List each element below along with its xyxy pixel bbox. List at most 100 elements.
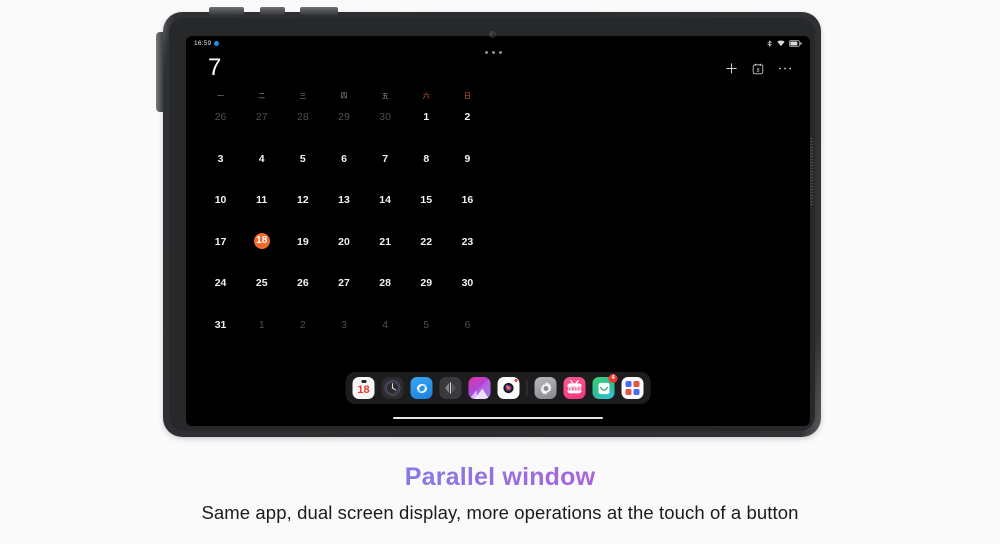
calendar-day-cell[interactable]: 9 [447, 149, 488, 191]
calendar-header: 7 8 [186, 51, 810, 91]
page-root: 16:59 7 8 一 二 三 四 五 六 日 26 27 28 29 30 1… [0, 0, 1000, 544]
calendar-day-cell[interactable]: 24 [200, 273, 241, 315]
calendar-app-icon[interactable]: 18 [352, 377, 375, 399]
mail-badge: 4 [608, 374, 618, 383]
front-camera-icon [489, 32, 495, 37]
battery-icon [789, 40, 802, 47]
calendar-day-cell[interactable]: 14 [365, 190, 406, 232]
weekday-label-3: 四 [340, 92, 348, 100]
calendar-day-cell[interactable]: 30 [365, 107, 406, 149]
calendar-day-cell[interactable]: 28 [365, 273, 406, 315]
more-options-button[interactable] [778, 66, 792, 71]
calendar-day-cell[interactable]: 31 [200, 315, 241, 357]
calendar-day-cell[interactable]: 28 [282, 107, 323, 149]
camera-app-icon[interactable] [497, 377, 520, 399]
calendar-day-cell[interactable]: 7 [365, 149, 406, 191]
calendar-day-cell[interactable]: 17 [200, 232, 241, 274]
add-event-button[interactable] [725, 62, 738, 75]
status-bar-right [766, 40, 802, 47]
calendar-day-cell[interactable]: 2 [447, 107, 488, 149]
calendar-day-cell[interactable]: 4 [241, 149, 282, 191]
calendar-day-cell[interactable]: 22 [406, 232, 447, 274]
wifi-icon [777, 40, 785, 47]
calendar-day-cell[interactable]: 3 [200, 149, 241, 191]
hardware-button-2[interactable] [260, 7, 285, 15]
mail-envelope-icon [598, 382, 609, 394]
calendar-day-cell[interactable]: 29 [323, 107, 364, 149]
caption-subtitle: Same app, dual screen display, more oper… [201, 502, 799, 523]
dock-separator [526, 380, 528, 396]
recording-dot-icon [214, 41, 220, 46]
calendar-day-cell[interactable]: 19 [282, 232, 323, 274]
status-time: 16:59 [194, 40, 212, 47]
tablet-screen: 16:59 7 8 一 二 三 四 五 六 日 26 27 28 29 30 1… [186, 36, 810, 426]
calendar-weekday-header: 一二三四五六日 [200, 91, 488, 101]
hardware-button-3[interactable] [300, 7, 338, 15]
tablet-bezel: 16:59 7 8 一 二 三 四 五 六 日 26 27 28 29 30 1… [169, 18, 815, 431]
calendar-day-cell[interactable]: 1 [241, 315, 282, 357]
browser-glyph-icon [416, 383, 427, 393]
caption-title: Parallel window [0, 462, 1000, 492]
calendar-app-pane: 7 8 一 二 三 四 五 六 日 26 27 28 29 30 1 2 3 4… [186, 51, 810, 391]
calendar-day-cell[interactable]: 27 [241, 107, 282, 149]
settings-app-icon[interactable] [534, 377, 557, 399]
calendar-day-cell[interactable]: 5 [282, 149, 323, 191]
calendar-day-cell[interactable]: 23 [447, 232, 488, 274]
plus-icon [726, 63, 737, 74]
calendar-day-cell[interactable]: 3 [323, 315, 364, 357]
calendar-day-cell[interactable]: 20 [323, 232, 364, 274]
weekday-label-1: 二 [258, 92, 266, 100]
split-screen-glyph-icon [445, 382, 456, 394]
bluetooth-icon [767, 40, 772, 47]
tablet-device: 16:59 7 8 一 二 三 四 五 六 日 26 27 28 29 30 1… [156, 7, 821, 437]
calendar-day-cell[interactable]: 25 [241, 273, 282, 315]
calendar-day-cell[interactable]: 26 [282, 273, 323, 315]
calendar-day-cell[interactable]: 10 [200, 190, 241, 232]
home-indicator[interactable] [393, 416, 603, 419]
calendar-day-cell[interactable]: 16 [447, 190, 488, 232]
calendar-day-cell[interactable]: 29 [406, 273, 447, 315]
clock-app-icon[interactable] [381, 377, 404, 399]
calendar-day-cell[interactable]: 18 [241, 232, 282, 274]
gallery-mountain-icon [468, 377, 491, 399]
app-drawer-icon[interactable] [621, 377, 644, 399]
bilibili-app-icon[interactable]: bilibili [563, 377, 586, 399]
browser-app-icon[interactable] [410, 377, 433, 399]
calendar-day-cell[interactable]: 15 [406, 190, 447, 232]
calendar-day-cell[interactable]: 5 [406, 315, 447, 357]
gallery-app-icon[interactable] [468, 377, 491, 399]
calendar-day-cell[interactable]: 30 [447, 273, 488, 315]
today-button[interactable]: 8 [752, 63, 764, 75]
today-highlight: 18 [253, 232, 270, 249]
calendar-day-cell[interactable]: 13 [323, 190, 364, 232]
calendar-day-cell[interactable]: 21 [365, 232, 406, 274]
calendar-day-cell[interactable]: 6 [323, 149, 364, 191]
tablet-frame: 16:59 7 8 一 二 三 四 五 六 日 26 27 28 29 30 1… [163, 12, 821, 437]
calendar-day-cell[interactable]: 4 [365, 315, 406, 357]
bilibili-glyph-icon: bilibili [567, 380, 583, 394]
calendar-day-cell[interactable]: 11 [241, 190, 282, 232]
weekday-label-4: 五 [381, 92, 389, 100]
calendar-day-cell[interactable]: 1 [406, 107, 447, 149]
mail-app-icon[interactable]: 4 [592, 374, 618, 399]
calendar-day-grid: 26 27 28 29 30 1 2 3 4 5 6 7 8 9 10 11 12 13 14 15 16 17 18 19 2… [200, 107, 488, 356]
calendar-day-cell[interactable]: 26 [200, 107, 241, 149]
hardware-button-1[interactable] [209, 7, 244, 15]
status-bar: 16:59 [186, 36, 810, 51]
calendar-day-cell[interactable]: 12 [282, 190, 323, 232]
weekday-label-6: 日 [463, 92, 471, 100]
calendar-day-cell[interactable]: 2 [282, 315, 323, 357]
caption-block: Parallel window Same app, dual screen di… [0, 462, 1000, 524]
weekday-label-2: 三 [299, 92, 307, 100]
calendar-day-cell[interactable]: 6 [447, 315, 488, 357]
speaker-grille [810, 138, 813, 206]
calendar-month-label: 7 [208, 54, 222, 81]
camera-lens-icon [503, 382, 514, 394]
split-screen-app-icon[interactable] [439, 377, 462, 399]
svg-text:8: 8 [756, 68, 759, 74]
calendar-day-cell[interactable]: 8 [406, 149, 447, 191]
svg-text:bilibili: bilibili [567, 387, 582, 393]
clock-face-icon [384, 379, 401, 397]
weekday-label-0: 一 [217, 92, 225, 100]
calendar-day-cell[interactable]: 27 [323, 273, 364, 315]
